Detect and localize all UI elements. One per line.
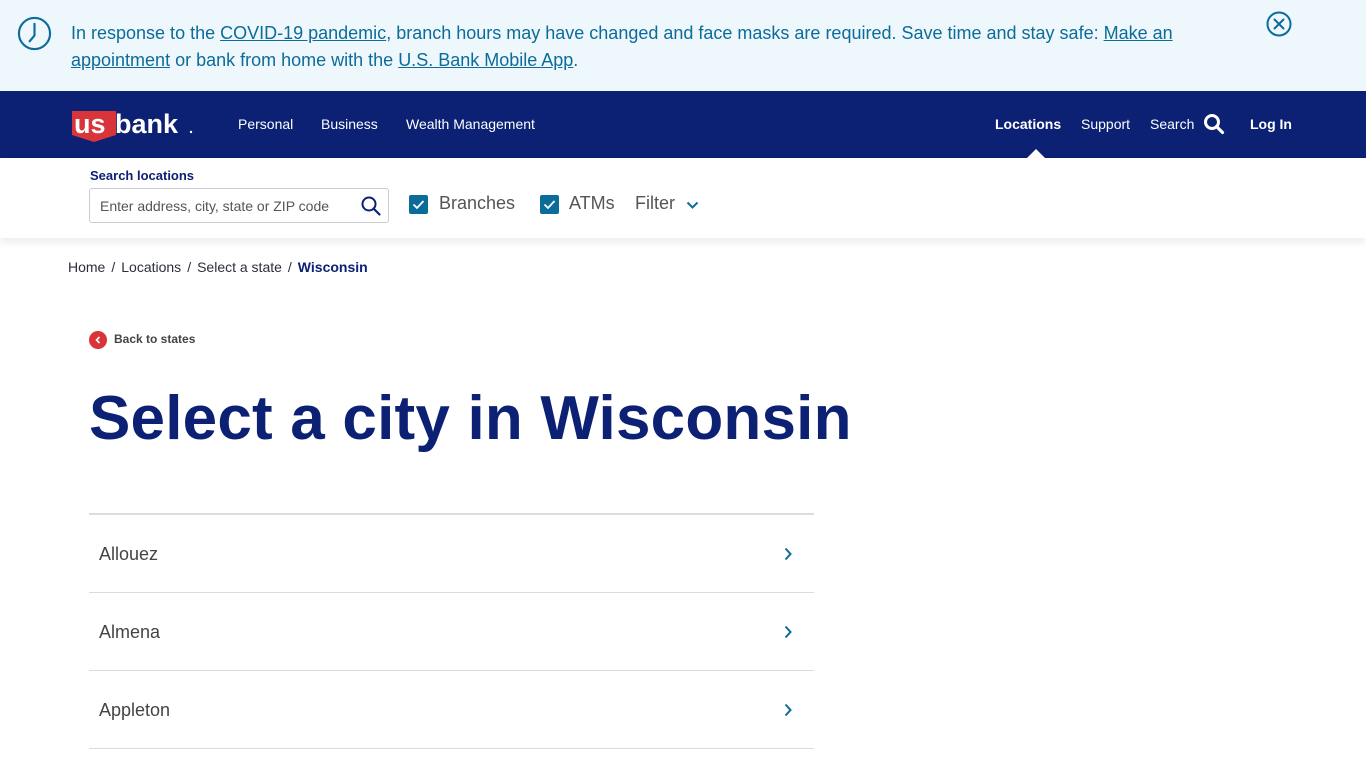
checkmark-icon (543, 200, 556, 210)
checkmark-icon (412, 200, 425, 210)
city-list-item[interactable]: Appleton (89, 671, 814, 749)
nav-personal[interactable]: Personal (238, 116, 293, 132)
svg-text:bank: bank (115, 109, 179, 139)
back-label: Back to states (114, 332, 196, 346)
search-box (89, 188, 389, 223)
clock-icon (17, 16, 52, 51)
nav-login[interactable]: Log In (1250, 116, 1292, 132)
nav-search[interactable]: Search (1150, 116, 1194, 132)
location-search-input[interactable] (100, 195, 350, 217)
banner-message: In response to the COVID-19 pandemic, br… (71, 20, 1201, 74)
svg-text:us: us (74, 109, 106, 139)
city-name: Allouez (99, 544, 159, 564)
nav-locations[interactable]: Locations (995, 116, 1061, 132)
breadcrumb-select-state[interactable]: Select a state (197, 259, 282, 275)
city-list: Allouez Almena Appleton (89, 513, 814, 749)
banner-text: or bank from home with the (170, 50, 399, 70)
breadcrumb: Home / Locations / Select a state / Wisconsin (68, 259, 368, 275)
active-nav-indicator (1027, 149, 1045, 158)
city-list-item[interactable]: Almena (89, 593, 814, 671)
covid-pandemic-link[interactable]: COVID-19 pandemic (220, 23, 386, 43)
city-name: Almena (99, 622, 161, 642)
chevron-right-icon (784, 625, 792, 639)
banner-text: , branch hours may have changed and face… (386, 23, 1104, 43)
close-icon[interactable] (1266, 11, 1292, 37)
nav-business[interactable]: Business (321, 116, 378, 132)
usbank-logo[interactable]: us bank (72, 109, 194, 143)
breadcrumb-separator: / (187, 259, 192, 275)
nav-support[interactable]: Support (1081, 116, 1130, 132)
breadcrumb-home[interactable]: Home (68, 259, 105, 275)
location-search-bar: Search locations Branches ATMs Filter (0, 158, 1366, 238)
mobile-app-link[interactable]: U.S. Bank Mobile App (398, 50, 573, 70)
banner-text: . (573, 50, 579, 70)
breadcrumb-separator: / (111, 259, 116, 275)
chevron-right-icon (784, 703, 792, 717)
page-title: Select a city in Wisconsin (89, 384, 852, 453)
breadcrumb-separator: / (287, 259, 292, 275)
banner-text: In response to the (71, 23, 221, 43)
covid-banner: In response to the COVID-19 pandemic, br… (0, 0, 1366, 91)
branches-label[interactable]: Branches (439, 193, 515, 214)
nav-wealth-management[interactable]: Wealth Management (406, 116, 535, 132)
breadcrumb-current: Wisconsin (297, 259, 368, 275)
filter-dropdown[interactable]: Filter (635, 193, 675, 214)
atms-label[interactable]: ATMs (569, 193, 615, 214)
branches-checkbox[interactable] (409, 195, 428, 214)
chevron-down-icon[interactable] (686, 200, 699, 210)
search-icon[interactable] (360, 195, 382, 217)
breadcrumb-locations[interactable]: Locations (121, 259, 181, 275)
city-list-item[interactable]: Allouez (89, 515, 814, 593)
atms-checkbox[interactable] (540, 195, 559, 214)
main-nav: us bank Personal Business Wealth Managem… (0, 91, 1366, 158)
search-label: Search locations (90, 168, 195, 183)
city-name: Appleton (99, 700, 171, 720)
search-icon[interactable] (1203, 113, 1225, 135)
chevron-left-icon (89, 331, 107, 349)
chevron-right-icon (784, 547, 792, 561)
